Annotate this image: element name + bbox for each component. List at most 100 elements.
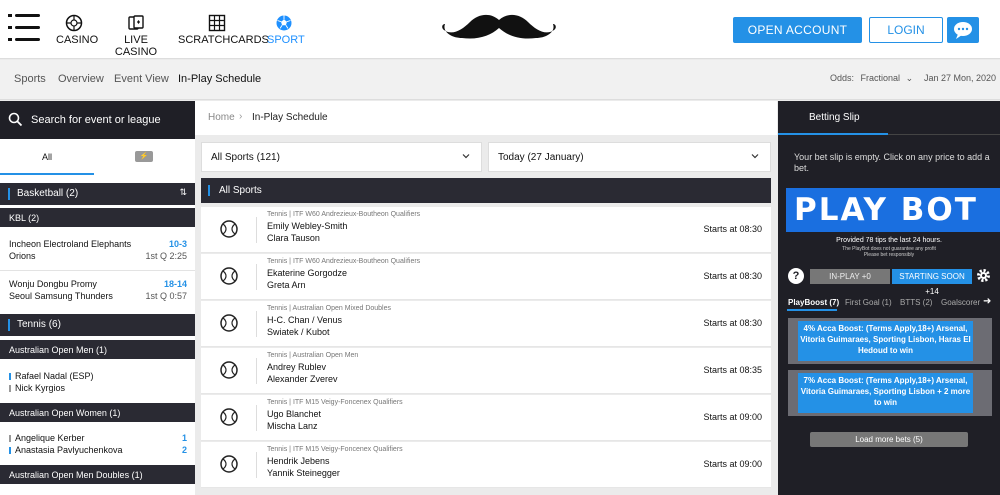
playbot-info: Provided 78 tips the last 24 hours. The … — [778, 237, 1000, 258]
event-row[interactable]: Tennis | ITF W60 Andrezieux-Boutheon Qua… — [201, 254, 771, 300]
boost-button[interactable]: 7% Acca Boost: (Terms Apply,18+) Arsenal… — [798, 373, 973, 413]
serve-marker — [9, 385, 11, 393]
menu-icon[interactable] — [8, 14, 40, 42]
divider — [256, 358, 257, 384]
sport-header-basketball[interactable]: Basketball (2) ⇅ — [0, 183, 195, 205]
tab-first-goal[interactable]: First Goal (1) — [845, 298, 892, 307]
nav-scratchcards[interactable]: SCRATCHCARDS — [178, 14, 269, 46]
arrow-right-icon[interactable]: ➜ — [983, 296, 991, 307]
match-row[interactable]: Angelique Kerber Anastasia Pavlyuchenkov… — [0, 433, 195, 459]
tennis-title: Tennis — [17, 319, 46, 330]
event-row[interactable]: Tennis | ITF M15 Veigy-Foncenex Qualifie… — [201, 395, 771, 441]
search-icon — [8, 112, 23, 127]
tennis-ball-icon — [220, 361, 238, 379]
starting-soon-button[interactable]: STARTING SOON +14 — [892, 269, 972, 296]
subnav-inplay-schedule[interactable]: In-Play Schedule — [178, 73, 261, 85]
comp-header-ao-women[interactable]: Australian Open Women (1) — [0, 403, 195, 422]
breadcrumb-separator-icon: › — [239, 111, 243, 122]
ao-men-doubles-label: Australian Open Men Doubles (1) — [9, 470, 143, 480]
comp-header-kbl[interactable]: KBL (2) — [0, 208, 195, 227]
slip-title[interactable]: Betting Slip — [809, 112, 860, 123]
event-row[interactable]: Tennis | ITF M15 Veigy-Foncenex Qualifie… — [201, 442, 771, 488]
live-tab-icon[interactable]: ⚡ — [135, 151, 153, 162]
sports-dropdown[interactable]: All Sports (121) — [201, 142, 482, 172]
playbot-responsibly: Please bet responsibly — [863, 252, 915, 258]
event-player-1: Ekaterine Gorgodze — [267, 268, 348, 278]
boost-card: 4% Acca Boost: (Terms Apply,18+) Arsenal… — [788, 318, 992, 364]
match-score: 18-14 — [163, 279, 187, 289]
event-player-2: Mischa Lanz — [267, 421, 318, 431]
playbot-banner[interactable]: PLAY BOT — [786, 188, 1000, 232]
betting-slip-panel: Betting Slip Your bet slip is empty. Cli… — [778, 101, 1000, 495]
login-button[interactable]: LOGIN — [869, 17, 943, 43]
odds-value: Fractional — [860, 73, 901, 83]
divider — [256, 452, 257, 478]
nav-live-casino-label: LIVE CASINO — [114, 34, 158, 58]
nav-sport[interactable]: SPORT — [267, 14, 305, 46]
help-icon[interactable]: ? — [788, 268, 804, 284]
search-placeholder: Search for event or league — [31, 114, 161, 126]
tab-btts[interactable]: BTTS (2) — [900, 298, 932, 307]
tennis-ball-icon — [220, 220, 238, 238]
section-title: All Sports — [219, 185, 262, 196]
divider — [0, 270, 195, 271]
comp-header-ao-men[interactable]: Australian Open Men (1) — [0, 340, 195, 359]
breadcrumb-home[interactable]: Home — [208, 112, 235, 123]
chevron-down-icon — [751, 154, 759, 159]
basketball-count: (2) — [65, 188, 79, 199]
open-account-button[interactable]: OPEN ACCOUNT — [733, 17, 862, 43]
subnav-event-view[interactable]: Event View — [114, 73, 169, 85]
subnav-overview[interactable]: Overview — [58, 73, 104, 85]
roulette-icon — [65, 14, 83, 32]
top-header: CASINO LIVE CASINO SCRATCHCARDS SPORT OP… — [0, 0, 1000, 59]
subnav-sports[interactable]: Sports — [14, 73, 46, 85]
match-row[interactable]: Incheon Electroland Elephants Orions 10-… — [0, 239, 195, 271]
event-competition: Tennis | ITF W60 Andrezieux-Boutheon Qua… — [267, 258, 421, 265]
search-input[interactable]: Search for event or league — [0, 101, 195, 139]
event-player-1: Ugo Blanchet — [267, 409, 322, 419]
nav-live-casino[interactable]: LIVE CASINO — [105, 14, 167, 58]
nav-scratchcards-label: SCRATCHCARDS — [178, 34, 269, 46]
divider — [256, 405, 257, 431]
tennis-count: (6) — [48, 319, 61, 330]
mustache-logo[interactable] — [440, 10, 558, 50]
comp-header-ao-men-doubles[interactable]: Australian Open Men Doubles (1) — [0, 465, 195, 484]
serve-marker — [9, 373, 11, 381]
event-competition: Tennis | Australian Open Mixed Doubles — [267, 305, 391, 312]
sports-dropdown-value: All Sports (121) — [211, 152, 280, 163]
sidebar-tabs: All ⚡ — [0, 139, 195, 175]
grid-icon — [208, 14, 226, 32]
serve-marker — [9, 447, 11, 455]
event-row[interactable]: Tennis | Australian Open Mixed Doubles H-… — [201, 301, 771, 347]
boost-button[interactable]: 4% Acca Boost: (Terms Apply,18+) Arsenal… — [798, 321, 973, 361]
load-more-button[interactable]: Load more bets (5) — [810, 432, 968, 447]
sub-navigation: Sports Overview Event View In-Play Sched… — [0, 60, 1000, 100]
sort-icon[interactable]: ⇅ — [179, 187, 187, 198]
match-row[interactable]: Rafael Nadal (ESP) Nick Kyrgios — [0, 371, 195, 397]
playbot-banner-text: PLAY BOT — [794, 192, 978, 228]
date-dropdown[interactable]: Today (27 January) — [488, 142, 771, 172]
event-row[interactable]: Tennis | ITF W60 Andrezieux-Boutheon Qua… — [201, 207, 771, 253]
divider — [256, 311, 257, 337]
match-score: 10-3 — [168, 239, 187, 249]
playbot-tabs: PlayBoost (7) First Goal (1) BTTS (2) Go… — [778, 294, 1000, 312]
event-row[interactable]: Tennis | Australian Open Men Andrey Ruble… — [201, 348, 771, 394]
gear-icon[interactable] — [975, 267, 992, 284]
main-content: Home › In-Play Schedule All Sports (121)… — [195, 101, 777, 495]
inplay-button[interactable]: IN-PLAY +0 — [810, 269, 890, 284]
tab-playboost[interactable]: PlayBoost (7) — [788, 298, 839, 307]
match-row[interactable]: Wonju Dongbu Promy Seoul Samsung Thunder… — [0, 279, 195, 311]
cards-icon — [128, 15, 144, 30]
sport-header-tennis[interactable]: Tennis (6) — [0, 314, 195, 336]
nav-casino[interactable]: CASINO — [56, 14, 98, 46]
event-start-time: Starts at 08:30 — [703, 224, 762, 234]
slip-empty-message: Your bet slip is empty. Click on any pri… — [794, 152, 990, 173]
tab-all[interactable]: All — [0, 139, 94, 175]
tab-goalscorer[interactable]: Goalscorer ( — [941, 298, 981, 307]
nav-sport-label: SPORT — [267, 34, 305, 46]
event-start-time: Starts at 08:30 — [703, 271, 762, 281]
ao-women-label: Australian Open Women (1) — [9, 408, 121, 418]
chat-button[interactable] — [947, 17, 979, 43]
odds-selector[interactable]: Odds: Fractional ⌄ — [830, 73, 913, 84]
slip-tab-underline — [778, 133, 888, 135]
